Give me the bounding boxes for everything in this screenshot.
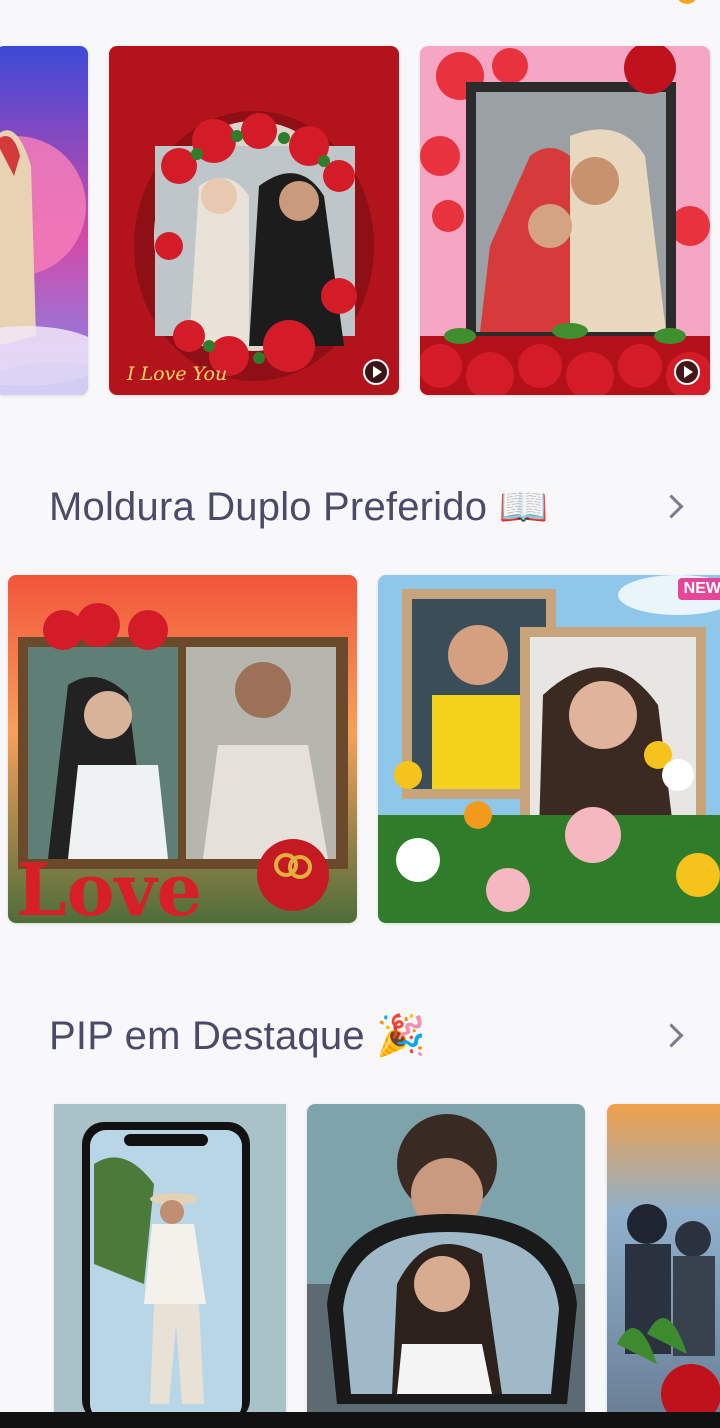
frame-card-hearts-roses[interactable] <box>420 46 710 395</box>
frame-card-red-roses[interactable]: I Love You <box>109 46 399 395</box>
frame-thumbnail: Love <box>8 575 357 923</box>
frame-thumbnail <box>420 46 710 395</box>
video-play-icon <box>363 359 389 385</box>
section-title: Moldura Duplo Preferido 📖 <box>49 484 549 529</box>
system-navigation-bar <box>0 1412 720 1428</box>
pip-card-phone[interactable] <box>54 1104 286 1414</box>
video-play-icon <box>674 359 700 385</box>
home-screen: I Love You Moldura Duplo Preferido 📖 Lov… <box>0 0 720 1428</box>
pip-card-sunset-couple[interactable] <box>607 1104 720 1414</box>
chevron-right-icon[interactable] <box>659 493 684 519</box>
frame-card-love-book[interactable]: Love <box>8 575 357 923</box>
card-caption: I Love You <box>127 363 228 385</box>
section-header-double-frame[interactable]: Moldura Duplo Preferido 📖 <box>49 476 686 536</box>
pip-thumbnail <box>54 1104 286 1414</box>
pip-card-car-mirror[interactable] <box>307 1104 585 1414</box>
pip-thumbnail <box>607 1104 720 1414</box>
new-badge: NEW <box>677 578 720 600</box>
section-title: PIP em Destaque 🎉 <box>49 1013 427 1058</box>
frame-thumbnail <box>0 46 88 395</box>
frame-card-pink-moon[interactable] <box>0 46 88 395</box>
notification-dot <box>676 0 698 4</box>
pip-thumbnail <box>307 1104 585 1414</box>
frame-thumbnail <box>378 575 720 923</box>
frame-card-flower-double[interactable]: NEW <box>378 575 720 923</box>
svg-text:Love: Love <box>16 847 202 923</box>
frame-thumbnail <box>109 46 399 395</box>
section-header-pip[interactable]: PIP em Destaque 🎉 <box>49 1005 686 1065</box>
chevron-right-icon[interactable] <box>659 1022 684 1048</box>
